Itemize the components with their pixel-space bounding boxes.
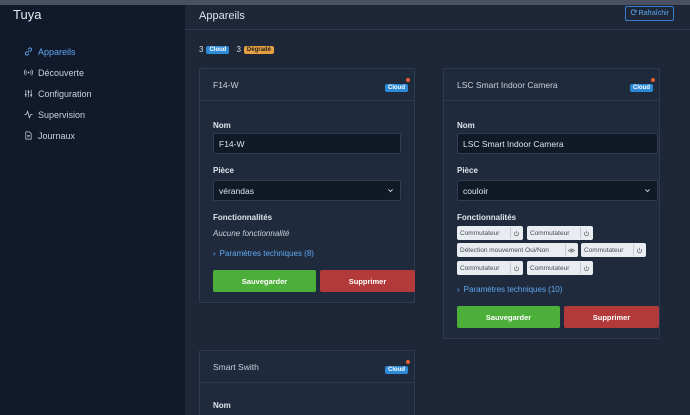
- no-features-text: Aucune fonctionnalité: [213, 229, 290, 238]
- chevron-down-icon: [387, 186, 394, 196]
- broadcast-icon: [22, 68, 34, 77]
- delete-button[interactable]: Supprimer: [320, 270, 415, 292]
- power-icon: [580, 227, 592, 239]
- chevron-right-icon: ›: [213, 249, 216, 258]
- eye-icon: [565, 244, 577, 256]
- sidebar-item-label: Supervision: [38, 109, 86, 120]
- card-title: Smart Swith: [213, 362, 259, 372]
- tech-params-toggle[interactable]: › Paramètres techniques (8): [213, 249, 314, 258]
- cloud-count: 3: [199, 45, 204, 54]
- chevron-down-icon: [644, 186, 651, 196]
- link-icon: [22, 47, 34, 56]
- page-title: Appareils: [199, 10, 245, 22]
- sidebar: Tuya Appareils Découverte Configuration …: [0, 5, 185, 415]
- refresh-label: Rafraîchir: [638, 10, 669, 17]
- feature-switch-5[interactable]: Commutateur: [527, 261, 593, 275]
- sidebar-item-label: Appareils: [38, 46, 76, 57]
- name-field[interactable]: F14-W: [213, 133, 401, 154]
- main-content: Appareils Rafraîchir 3 Cloud 3 Dégradé F…: [185, 5, 690, 415]
- power-icon: [510, 262, 522, 274]
- sidebar-item-decouverte[interactable]: Découverte: [22, 62, 92, 83]
- status-dot: [406, 360, 410, 364]
- device-card-lsc-camera: LSC Smart Indoor Camera Cloud Nom LSC Sm…: [443, 68, 660, 339]
- sidebar-item-configuration[interactable]: Configuration: [22, 83, 92, 104]
- sidebar-item-label: Configuration: [38, 88, 92, 99]
- cloud-status-badge: Cloud: [385, 360, 410, 374]
- device-card-smart-swith: Smart Swith Cloud Nom: [199, 350, 415, 415]
- name-label: Nom: [213, 121, 231, 130]
- sidebar-item-supervision[interactable]: Supervision: [22, 104, 92, 125]
- features-label: Fonctionnalités: [213, 213, 273, 222]
- card-title: LSC Smart Indoor Camera: [457, 80, 558, 90]
- device-card-f14w: F14-W Cloud Nom F14-W Pièce vérandas Fon…: [199, 68, 415, 303]
- sidebar-item-label: Journaux: [38, 130, 76, 141]
- tech-params-toggle[interactable]: › Paramètres techniques (10): [457, 285, 562, 294]
- save-button[interactable]: Sauvegarder: [457, 306, 560, 328]
- page-header: Appareils Rafraîchir: [185, 5, 690, 30]
- feature-switch-4[interactable]: Commutateur: [457, 261, 523, 275]
- room-select[interactable]: couloir: [457, 180, 658, 201]
- feature-switch-1[interactable]: Commutateur: [457, 226, 523, 240]
- sidebar-item-journaux[interactable]: Journaux: [22, 125, 92, 146]
- power-icon: [633, 244, 645, 256]
- chevron-right-icon: ›: [457, 285, 460, 294]
- room-select[interactable]: vérandas: [213, 180, 401, 201]
- refresh-icon: [630, 9, 637, 18]
- delete-button[interactable]: Supprimer: [564, 306, 659, 328]
- room-label: Pièce: [457, 166, 478, 175]
- features-label: Fonctionnalités: [457, 213, 517, 222]
- power-icon: [510, 227, 522, 239]
- cloud-status-badge: Cloud: [630, 78, 655, 92]
- card-header: LSC Smart Indoor Camera Cloud: [444, 69, 659, 101]
- save-button[interactable]: Sauvegarder: [213, 270, 316, 292]
- power-icon: [580, 262, 592, 274]
- status-dot: [406, 78, 410, 82]
- document-icon: [22, 131, 34, 140]
- degraded-badge: Dégradé: [243, 45, 274, 54]
- sidebar-item-appareils[interactable]: Appareils: [22, 41, 92, 62]
- room-label: Pièce: [213, 166, 234, 175]
- name-label: Nom: [457, 121, 475, 130]
- sidebar-item-label: Découverte: [38, 67, 85, 78]
- sidebar-nav: Appareils Découverte Configuration Super…: [22, 41, 92, 146]
- degraded-count: 3: [236, 45, 241, 54]
- app-title: Tuya: [13, 7, 42, 22]
- device-counters: 3 Cloud 3 Dégradé: [199, 45, 274, 54]
- feature-switch-2[interactable]: Commutateur: [527, 226, 593, 240]
- activity-icon: [22, 110, 34, 119]
- card-title: F14-W: [213, 80, 239, 90]
- cloud-badge: Cloud: [206, 45, 230, 54]
- feature-motion-detection[interactable]: Détection mouvement Oui/Non: [457, 243, 578, 257]
- status-dot: [651, 78, 655, 82]
- sliders-icon: [22, 89, 34, 98]
- name-label: Nom: [213, 401, 231, 410]
- card-header: F14-W Cloud: [200, 69, 414, 101]
- feature-switch-3[interactable]: Commutateur: [581, 243, 646, 257]
- name-field[interactable]: LSC Smart Indoor Camera: [457, 133, 658, 154]
- card-header: Smart Swith Cloud: [200, 351, 414, 383]
- refresh-button[interactable]: Rafraîchir: [624, 6, 674, 21]
- cloud-status-badge: Cloud: [385, 78, 410, 92]
